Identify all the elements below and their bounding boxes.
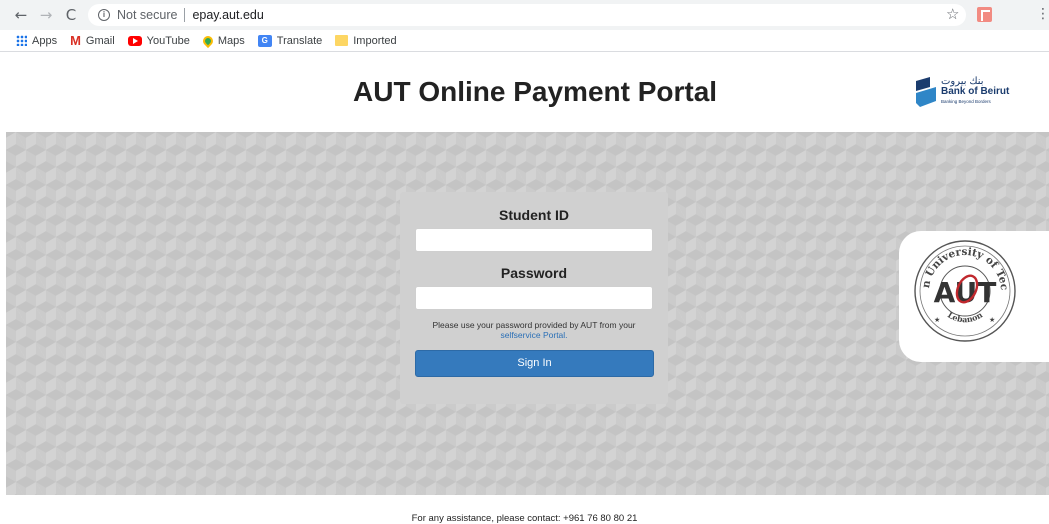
youtube-icon	[127, 35, 142, 46]
forward-arrow-icon[interactable]: →	[36, 5, 56, 25]
selfservice-portal-link[interactable]: selfservice Portal.	[500, 330, 567, 340]
security-label: Not secure	[117, 8, 178, 22]
bookmarks-bar: Apps M Gmail YouTube Maps G Translate Im…	[0, 30, 1049, 52]
aut-seal-tab: American University of Technology Lebano…	[899, 231, 1049, 362]
password-help-text: Please use your password provided by AUT…	[410, 320, 658, 340]
footer-contact: For any assistance, please contact: +961…	[411, 513, 638, 524]
sign-in-button[interactable]: Sign In	[415, 350, 654, 377]
bookmark-label: YouTube	[146, 34, 190, 47]
reload-icon[interactable]: C	[61, 5, 81, 25]
seal-star-icon: ★	[934, 316, 940, 324]
student-id-label: Student ID	[499, 207, 569, 223]
url-text[interactable]: epay.aut.edu	[192, 8, 263, 22]
bookmark-label: Maps	[217, 34, 245, 47]
back-arrow-icon[interactable]: ←	[11, 5, 31, 25]
gmail-icon: M	[70, 33, 81, 48]
bookmark-apps[interactable]: Apps	[16, 35, 57, 47]
bookmark-maps[interactable]: Maps	[200, 33, 245, 48]
bookmark-label: Translate	[276, 34, 323, 47]
browser-menu-icon[interactable]: ⋮	[1036, 6, 1049, 22]
bookmark-label: Apps	[32, 34, 58, 47]
help-text: Please use your password provided by AUT…	[432, 320, 636, 330]
bookmark-label: Gmail	[85, 34, 115, 47]
apps-icon	[16, 35, 27, 46]
student-id-input[interactable]	[415, 228, 653, 252]
login-card: Student ID Password Please use your pass…	[400, 192, 668, 404]
translate-icon: G	[257, 34, 272, 47]
page-title: AUT Online Payment Portal	[353, 76, 718, 107]
bookmark-youtube[interactable]: YouTube	[127, 34, 190, 47]
password-input[interactable]	[415, 286, 653, 310]
password-label: Password	[500, 265, 568, 281]
address-bar[interactable]: i Not secure epay.aut.edu	[88, 4, 966, 26]
folder-icon	[335, 35, 349, 46]
bookmark-star-icon[interactable]: ☆	[946, 5, 959, 23]
pdf-extension-icon[interactable]	[977, 7, 992, 22]
bookmark-translate[interactable]: G Translate	[257, 34, 323, 47]
seal-star-icon: ★	[989, 316, 995, 324]
bank-tagline: Banking Beyond Borders	[941, 99, 991, 104]
address-separator	[184, 8, 186, 22]
aut-seal-logo: American University of Technology Lebano…	[913, 239, 1016, 342]
bank-name: Bank of Beirut	[941, 86, 1010, 97]
bookmark-label: Imported	[353, 34, 397, 47]
info-icon[interactable]: i	[98, 9, 110, 21]
bookmark-imported[interactable]: Imported	[335, 34, 397, 47]
bank-of-beirut-logo: بنك بيروت Bank of Beirut Banking Beyond …	[916, 75, 1016, 111]
browser-toolbar: ← → C i Not secure epay.aut.edu ☆ ⋮	[0, 0, 1049, 30]
bookmark-gmail[interactable]: M Gmail	[70, 33, 115, 48]
seal-center-text: AUT	[934, 276, 997, 309]
bank-logo-mark-icon	[916, 77, 936, 107]
maps-icon	[200, 33, 215, 48]
